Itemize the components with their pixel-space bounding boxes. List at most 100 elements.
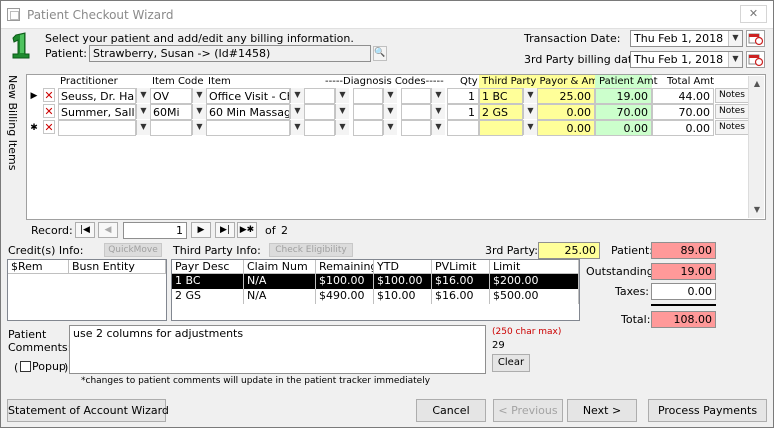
patient-amt-cell[interactable]: 19.00 [595,88,652,104]
billing-row[interactable]: ▶ ✕ Seuss, Dr. Harr ▼ OV ▼ Office Visit … [27,88,749,104]
transaction-date-calendar-icon[interactable] [746,30,765,47]
payor-amt-cell[interactable]: 0.00 [537,120,595,136]
diagnosis-1-dropdown-icon[interactable]: ▼ [335,88,349,103]
row-marker[interactable]: ▶ [27,88,41,104]
patient-search-icon[interactable]: 🔍 [373,46,387,61]
diagnosis-code-3[interactable] [401,104,431,120]
last-record-button[interactable]: ▶| [215,222,235,238]
delete-row-icon[interactable]: ✕ [43,120,55,134]
item-code-dropdown-icon[interactable]: ▼ [192,88,206,103]
item-code-dropdown-icon[interactable]: ▼ [192,120,206,135]
notes-button[interactable]: Notes [715,88,749,103]
table-row[interactable]: 1 BC N/A $100.00 $100.00 $16.00 $200.00 [172,274,579,289]
scroll-up-icon[interactable]: ▲ [749,76,765,92]
third-party-date-field[interactable]: Thu Feb 1, 2018 [630,51,743,68]
transaction-date-field[interactable]: Thu Feb 1, 2018 [630,30,743,47]
taxes-value: 0.00 [651,283,716,300]
scroll-down-icon[interactable]: ▼ [749,202,765,218]
diagnosis-code-2[interactable] [353,104,383,120]
diagnosis-1-dropdown-icon[interactable]: ▼ [335,104,349,119]
payor-amt-cell[interactable]: 25.00 [537,88,595,104]
record-number-field[interactable]: 1 [123,222,187,239]
third-party-date-calendar-icon[interactable] [746,51,765,68]
payor-dropdown-icon[interactable]: ▼ [523,120,537,135]
payor-dropdown-icon[interactable]: ▼ [523,88,537,103]
practitioner-cell[interactable] [58,120,136,136]
quickmove-button[interactable]: QuickMove [104,243,162,257]
practitioner-dropdown-icon[interactable]: ▼ [136,120,150,135]
practitioner-dropdown-icon[interactable]: ▼ [136,104,150,119]
diagnosis-2-dropdown-icon[interactable]: ▼ [383,120,397,135]
diagnosis-code-3[interactable] [401,88,431,104]
notes-button[interactable]: Notes [715,104,749,119]
previous-button[interactable]: < Previous [493,399,563,422]
item-cell[interactable] [206,120,290,136]
practitioner-dropdown-icon[interactable]: ▼ [136,88,150,103]
table-row[interactable]: 2 GS N/A $490.00 $10.00 $16.00 $500.00 [172,289,579,304]
diagnosis-2-dropdown-icon[interactable]: ▼ [383,88,397,103]
next-record-button[interactable]: ▶ [191,222,211,238]
row-marker[interactable] [27,104,41,120]
patient-amt-cell[interactable]: 70.00 [595,104,652,120]
new-row-marker[interactable]: ✱ [27,120,41,136]
cancel-button[interactable]: Cancel [416,399,486,422]
practitioner-cell[interactable]: Summer, Sally ( [58,104,136,120]
transaction-date-label: Transaction Date: [524,32,621,45]
check-eligibility-button[interactable]: Check Eligibility [269,243,353,257]
third-party-date-dropdown-icon[interactable]: ▼ [728,52,742,67]
first-record-button[interactable]: |◀ [75,222,95,238]
payor-cell[interactable] [479,120,523,136]
previous-record-button[interactable]: ◀ [98,222,118,238]
payor-cell[interactable]: 2 GS [479,104,523,120]
diagnosis-3-dropdown-icon[interactable]: ▼ [431,88,445,103]
popup-checkbox[interactable] [20,361,31,372]
diagnosis-code-2[interactable] [353,88,383,104]
qty-cell[interactable]: 1 [447,88,479,104]
practitioner-cell[interactable]: Seuss, Dr. Harr [58,88,136,104]
item-cell[interactable]: 60 Min Massage [206,104,290,120]
transaction-date-dropdown-icon[interactable]: ▼ [728,31,742,46]
close-window-button[interactable]: ✕ [740,5,767,23]
patient-total-value: 89.00 [651,242,716,259]
grid-vertical-scrollbar[interactable]: ▲ ▼ [748,76,764,218]
tp-cell: $200.00 [490,274,579,289]
payor-cell[interactable]: 1 BC [479,88,523,104]
patient-amt-cell[interactable]: 0.00 [595,120,652,136]
diagnosis-3-dropdown-icon[interactable]: ▼ [431,120,445,135]
delete-row-icon[interactable]: ✕ [43,104,55,118]
delete-row-icon[interactable]: ✕ [43,88,55,102]
char-count: 29 [492,340,505,351]
statement-of-account-button[interactable]: Statement of Account Wizard [7,399,169,422]
qty-cell[interactable]: 1 [447,104,479,120]
item-dropdown-icon[interactable]: ▼ [290,88,304,103]
diagnosis-code-2[interactable] [353,120,383,136]
diagnosis-code-3[interactable] [401,120,431,136]
item-dropdown-icon[interactable]: ▼ [290,104,304,119]
item-dropdown-icon[interactable]: ▼ [290,120,304,135]
clear-comments-button[interactable]: Clear [492,354,530,372]
billing-row-new[interactable]: ✱ ✕ ▼ ▼ ▼ ▼ ▼ ▼ ▼ 0.00 0.00 0.00 Notes [27,120,749,136]
patient-total-label: Patient: [611,244,654,257]
diagnosis-code-1[interactable] [304,120,335,136]
notes-button[interactable]: Notes [715,120,749,135]
item-code-cell[interactable]: 60Mi [150,104,192,120]
next-button[interactable]: Next > [567,399,637,422]
qty-cell[interactable] [447,120,479,136]
item-cell[interactable]: Office Visit - Chir [206,88,290,104]
diagnosis-code-1[interactable] [304,88,335,104]
billing-row[interactable]: ✕ Summer, Sally ( ▼ 60Mi ▼ 60 Min Massag… [27,104,749,120]
item-code-dropdown-icon[interactable]: ▼ [192,104,206,119]
payor-dropdown-icon[interactable]: ▼ [523,104,537,119]
diagnosis-3-dropdown-icon[interactable]: ▼ [431,104,445,119]
item-code-cell[interactable]: OV [150,88,192,104]
diagnosis-2-dropdown-icon[interactable]: ▼ [383,104,397,119]
process-payments-button[interactable]: Process Payments [648,399,767,422]
new-record-button[interactable]: ▶✱ [237,222,257,238]
item-code-cell[interactable] [150,120,192,136]
patient-field[interactable]: Strawberry, Susan -> (Id#1458) [89,45,371,62]
diagnosis-code-1[interactable] [304,104,335,120]
patient-comments-field[interactable]: use 2 columns for adjustments [69,325,486,374]
diagnosis-1-dropdown-icon[interactable]: ▼ [335,120,349,135]
payor-amt-cell[interactable]: 0.00 [537,104,595,120]
window-title: Patient Checkout Wizard [27,8,174,22]
